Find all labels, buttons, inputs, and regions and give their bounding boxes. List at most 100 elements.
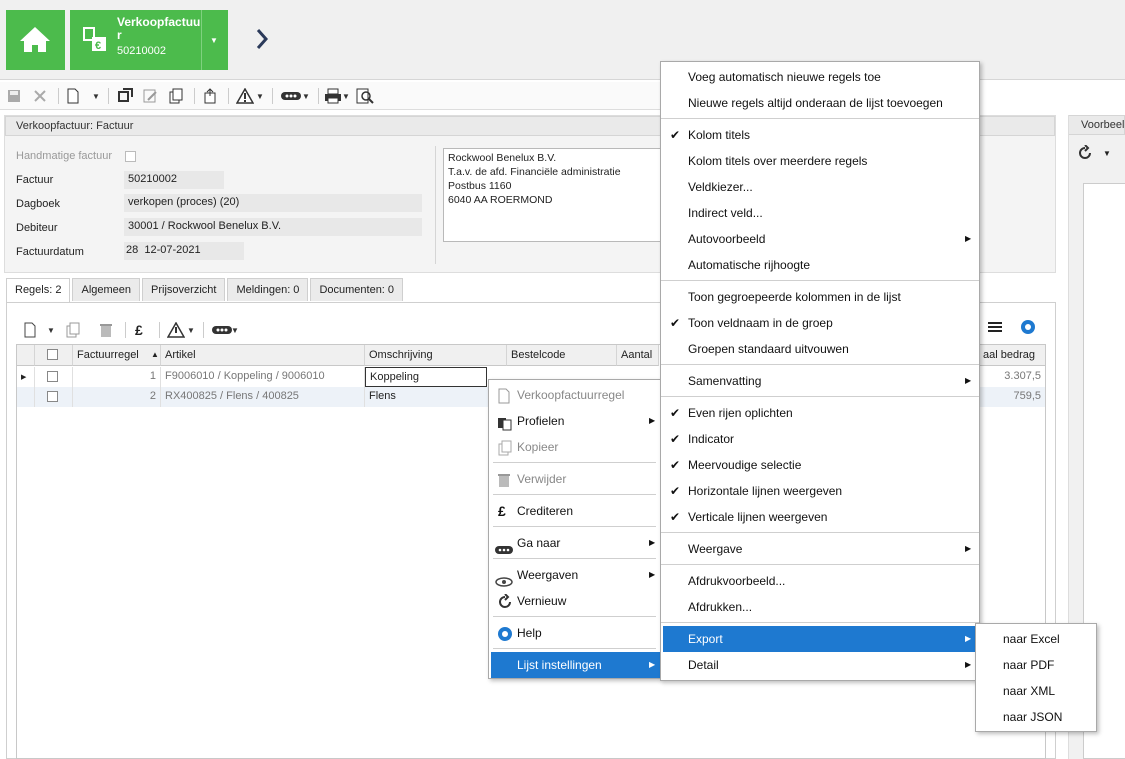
copy-process-icon[interactable]: [116, 86, 134, 106]
menu-item-export-xml[interactable]: naar XML: [976, 678, 1096, 704]
home-button[interactable]: [6, 10, 65, 70]
save-icon[interactable]: [6, 86, 22, 106]
menu-item-kopieer[interactable]: Kopieer: [489, 434, 660, 460]
tab-prijsoverzicht[interactable]: Prijsoverzicht: [142, 278, 226, 301]
row-checkbox[interactable]: [47, 371, 58, 382]
menu-item-weergave[interactable]: Weergave ▶: [661, 536, 979, 562]
new-document-icon[interactable]: [66, 86, 80, 106]
field-label-dagboek: Dagboek: [16, 198, 61, 210]
menu-item-kolom-titels-multi[interactable]: Kolom titels over meerdere regels: [661, 148, 979, 174]
menu-item-expand-groups[interactable]: Groepen standaard uitvouwen: [661, 336, 979, 362]
menu-icon[interactable]: [988, 320, 1004, 337]
menu-item-even-rows[interactable]: ✔ Even rijen oplichten: [661, 400, 979, 426]
column-header-factuurregel[interactable]: Factuurregel ▲: [73, 345, 161, 366]
goto-icon[interactable]: [280, 86, 302, 106]
dagboek-field[interactable]: verkopen (proces) (20): [124, 194, 422, 212]
column-header-omschrijving[interactable]: Omschrijving: [365, 345, 507, 366]
chevron-down-icon[interactable]: ▼: [210, 36, 218, 45]
menu-item-export-pdf[interactable]: naar PDF: [976, 652, 1096, 678]
tab-regels[interactable]: Regels: 2: [6, 278, 71, 303]
chevron-down-icon[interactable]: ▼: [47, 320, 55, 340]
tab-documenten[interactable]: Documenten: 0: [310, 278, 404, 301]
chevron-down-icon[interactable]: ▼: [187, 320, 195, 340]
debiteur-field[interactable]: 30001 / Rockwool Benelux B.V.: [124, 218, 422, 236]
menu-item-afdrukken[interactable]: Afdrukken...: [661, 594, 979, 620]
menu-item-rows-at-bottom[interactable]: Nieuwe regels altijd onderaan de lijst t…: [661, 90, 979, 116]
tab-algemeen[interactable]: Algemeen: [72, 278, 141, 301]
select-all-checkbox[interactable]: [47, 349, 58, 360]
menu-item-verwijder[interactable]: Verwijder: [489, 466, 660, 492]
column-header-bestelcode[interactable]: Bestelcode: [507, 345, 617, 366]
menu-item-afdrukvoorbeeld[interactable]: Afdrukvoorbeeld...: [661, 568, 979, 594]
copy-icon[interactable]: [65, 320, 81, 340]
chevron-down-icon[interactable]: ▼: [256, 86, 264, 106]
menu-item-samenvatting[interactable]: Samenvatting ▶: [661, 368, 979, 394]
menu-item-horizontal-lines[interactable]: ✔ Horizontale lijnen weergeven: [661, 478, 979, 504]
chevron-down-icon[interactable]: ▼: [231, 320, 239, 340]
warning-icon[interactable]: [167, 320, 185, 340]
menu-item-ga-naar[interactable]: Ga naar ▶: [489, 530, 660, 556]
goto-icon[interactable]: [211, 320, 233, 340]
column-header-aantal[interactable]: Aantal: [617, 345, 659, 366]
chevron-down-icon[interactable]: ▼: [1103, 149, 1111, 158]
chevron-right-icon: ▶: [965, 544, 972, 553]
menu-item-vernieuw[interactable]: Vernieuw: [489, 588, 660, 614]
menu-item-fieldname-group[interactable]: ✔ Toon veldnaam in de groep: [661, 310, 979, 336]
menu-item-kolom-titels[interactable]: ✔ Kolom titels: [661, 122, 979, 148]
svg-text:£: £: [135, 322, 143, 338]
check-icon: ✔: [670, 432, 681, 446]
menu-item-auto-rijhoogte[interactable]: Automatische rijhoogte: [661, 252, 979, 278]
menu-item-export-json[interactable]: naar JSON: [976, 704, 1096, 730]
menu-item-grouped-columns[interactable]: Toon gegroepeerde kolommen in de lijst: [661, 284, 979, 310]
factuur-field[interactable]: 50210002: [124, 171, 224, 189]
chevron-right-icon[interactable]: [255, 28, 269, 53]
document-tab-button[interactable]: € Verkoopfactuu r 50210002 ▼: [70, 10, 228, 70]
refresh-icon[interactable]: [1077, 144, 1093, 164]
export-icon[interactable]: [202, 86, 218, 106]
document-number: 50210002: [117, 45, 166, 57]
menu-item-vertical-lines[interactable]: ✔ Verticale lijnen weergeven: [661, 504, 979, 530]
home-icon: [20, 27, 50, 52]
edit-icon[interactable]: [142, 86, 158, 106]
menu-item-crediteren[interactable]: £ Crediteren: [489, 498, 660, 524]
menu-item-veldkiezer[interactable]: Veldkiezer...: [661, 174, 979, 200]
new-line-icon[interactable]: [23, 320, 37, 340]
column-header-artikel[interactable]: Artikel: [161, 345, 365, 366]
address-line: Postbus 1160: [448, 180, 512, 192]
row-checkbox[interactable]: [47, 391, 58, 402]
factuurdatum-field[interactable]: 28 12-07-2021: [124, 242, 244, 260]
address-box[interactable]: Rockwool Benelux B.V. T.a.v. de afd. Fin…: [443, 148, 663, 242]
menu-item-indirect-veld[interactable]: Indirect veld...: [661, 200, 979, 226]
menu-item-detail[interactable]: Detail ▶: [661, 652, 979, 678]
menu-item-autovoorbeeld[interactable]: Autovoorbeeld ▶: [661, 226, 979, 252]
menu-item-weergaven[interactable]: Weergaven ▶: [489, 562, 660, 588]
discard-icon[interactable]: [32, 86, 48, 106]
warning-icon[interactable]: [236, 86, 254, 106]
credit-icon[interactable]: £: [133, 320, 149, 340]
menu-item-export[interactable]: Export ▶: [663, 626, 977, 652]
menu-item-indicator[interactable]: ✔ Indicator: [661, 426, 979, 452]
export-menu: naar Excel naar PDF naar XML naar JSON: [975, 623, 1097, 732]
menu-item-verkoopfactuurregel[interactable]: Verkoopfactuurregel: [489, 382, 660, 408]
chevron-down-icon[interactable]: ▼: [92, 86, 100, 106]
address-line: Rockwool Benelux B.V.: [448, 152, 557, 164]
column-header-bedrag[interactable]: aal bedrag: [979, 345, 1045, 366]
copy-icon[interactable]: [168, 86, 184, 106]
print-icon[interactable]: [324, 86, 342, 106]
chevron-down-icon[interactable]: ▼: [302, 86, 310, 106]
manual-invoice-checkbox[interactable]: [125, 151, 136, 162]
help-icon[interactable]: [1020, 319, 1036, 338]
delete-icon[interactable]: [99, 320, 113, 340]
menu-item-export-excel[interactable]: naar Excel: [976, 626, 1096, 652]
chevron-right-icon: ▶: [965, 234, 972, 243]
menu-item-help[interactable]: Help: [489, 620, 660, 646]
menu-item-lijst-instellingen[interactable]: Lijst instellingen ▶: [491, 652, 660, 678]
chevron-down-icon[interactable]: ▼: [342, 86, 350, 106]
print-preview-icon[interactable]: [356, 86, 374, 106]
tab-meldingen[interactable]: Meldingen: 0: [227, 278, 309, 301]
main-toolbar: ▼ ▼ ▼ ▼: [0, 82, 660, 110]
menu-item-profielen[interactable]: Profielen ▶: [489, 408, 660, 434]
cell-omschrijving[interactable]: Koppeling: [365, 367, 487, 387]
menu-item-multi-select[interactable]: ✔ Meervoudige selectie: [661, 452, 979, 478]
menu-item-auto-new-rows[interactable]: Voeg automatisch nieuwe regels toe: [661, 64, 979, 90]
